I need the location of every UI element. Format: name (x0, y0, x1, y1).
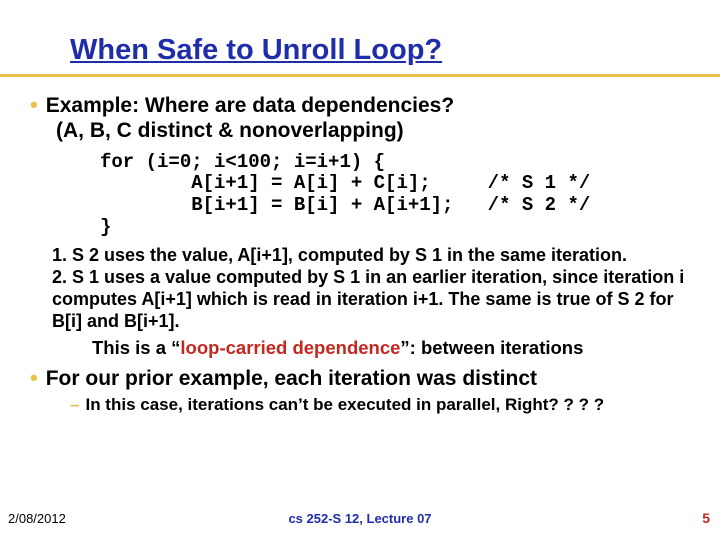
title-rule (0, 74, 720, 77)
body: • Example: Where are data dependencies? (… (30, 92, 692, 415)
sub-bullet: –In this case, iterations can’t be execu… (70, 395, 692, 415)
bullet-dot-icon: • (30, 365, 38, 390)
loopdep-post: ”: between iterations (400, 337, 583, 358)
footer-page-number: 5 (702, 510, 710, 526)
slide: When Safe to Unroll Loop? • Example: Wher… (0, 0, 720, 540)
footer-center: cs 252-S 12, Lecture 07 (0, 511, 720, 526)
bullet-prior: • For our prior example, each iteration w… (30, 365, 692, 391)
loop-carried-line: This is a “loop-carried dependence”: bet… (92, 337, 692, 359)
code-block: for (i=0; i<100; i=i+1) { A[i+1] = A[i] … (100, 152, 692, 239)
dash-icon: – (70, 395, 79, 414)
sub-bullet-text: In this case, iterations can’t be execut… (85, 395, 604, 414)
point-2: 2. S 1 uses a value computed by S 1 in a… (52, 267, 688, 333)
bullet-example-line1: Example: Where are data dependencies? (46, 94, 454, 117)
bullet-example-line2: (A, B, C distinct & nonoverlapping) (56, 119, 404, 142)
loopdep-pre: This is a “ (92, 337, 180, 358)
slide-title: When Safe to Unroll Loop? (70, 34, 442, 69)
title-block: When Safe to Unroll Loop? (70, 34, 680, 69)
bullet-example: • Example: Where are data dependencies? (… (30, 92, 692, 144)
loopdep-term: loop-carried dependence (180, 337, 400, 358)
bullet-prior-text: For our prior example, each iteration wa… (46, 367, 537, 390)
point-1: 1. S 2 uses the value, A[i+1], computed … (52, 245, 688, 267)
bullet-dot-icon: • (30, 92, 38, 117)
